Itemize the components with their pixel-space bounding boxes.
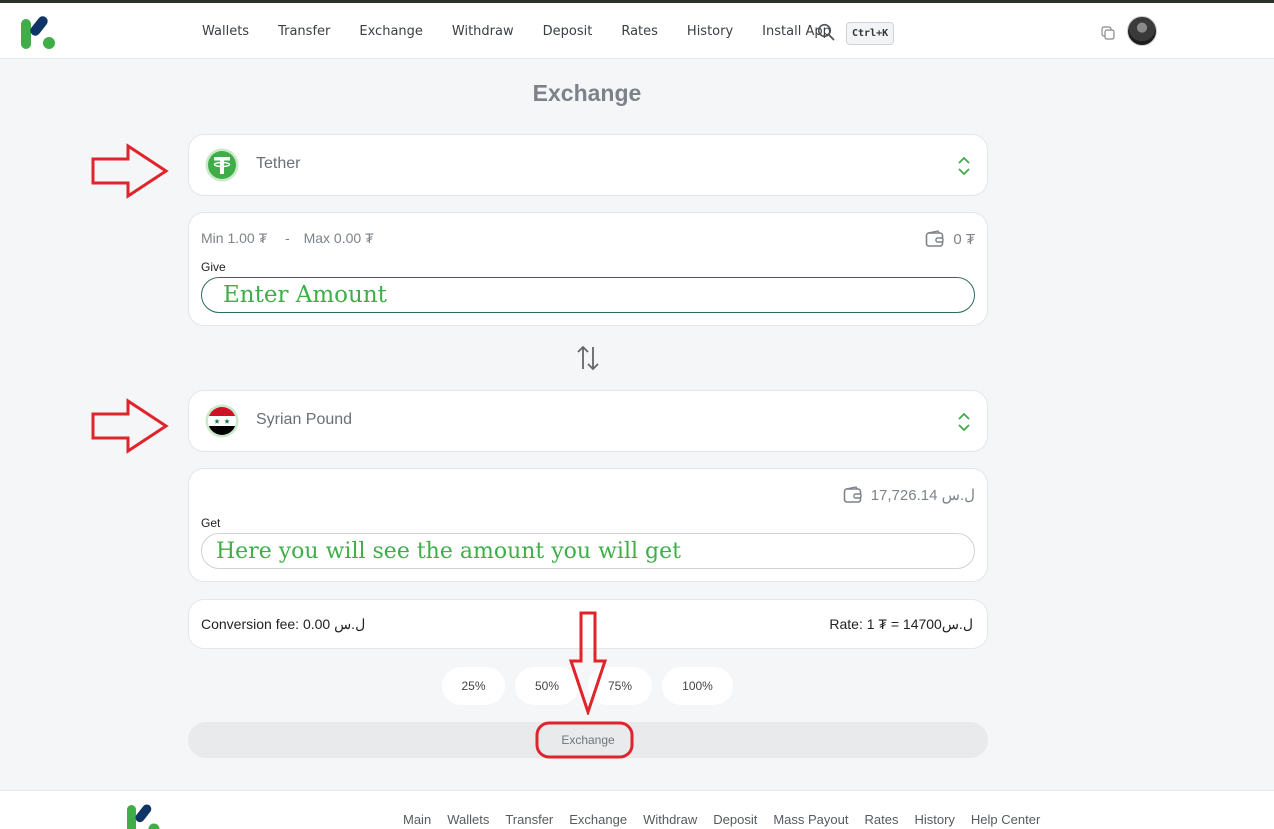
nav-deposit[interactable]: Deposit — [543, 24, 593, 39]
give-amount-input[interactable] — [201, 277, 975, 313]
user-avatar[interactable] — [1127, 16, 1157, 46]
footer-brand-logo[interactable] — [126, 803, 162, 829]
percent-25-button[interactable]: 25% — [442, 667, 505, 705]
page-footer: Main Wallets Transfer Exchange Withdraw … — [0, 790, 1274, 829]
conversion-fee: Conversion fee: 0.00 ل.س — [201, 616, 366, 632]
footer-link-rates[interactable]: Rates — [865, 812, 899, 827]
nav-withdraw[interactable]: Withdraw — [452, 24, 514, 39]
exchange-rate: Rate: 1 ₮ = 14700ل.س — [829, 616, 973, 632]
tether-icon — [205, 148, 239, 182]
search-icon[interactable] — [817, 23, 835, 41]
min-max-limits: Min 1.00 ₮ - Max 0.00 ₮ — [201, 230, 378, 246]
give-label: Give — [201, 260, 226, 274]
wallet-icon — [926, 230, 945, 247]
annotation-arrow-right-icon — [91, 143, 169, 199]
footer-nav: Main Wallets Transfer Exchange Withdraw … — [403, 812, 1056, 827]
search-shortcut-badge[interactable]: Ctrl+K — [846, 22, 895, 45]
footer-link-wallets[interactable]: Wallets — [447, 812, 489, 827]
get-label: Get — [201, 516, 221, 530]
chevron-updown-icon — [958, 156, 970, 176]
min-limit: Min 1.00 ₮ — [201, 230, 268, 246]
give-amount-card: Min 1.00 ₮ - Max 0.00 ₮ 0 ₮ Give — [188, 212, 988, 326]
swap-arrows-icon[interactable] — [576, 344, 600, 372]
page-title: Exchange — [532, 80, 642, 106]
footer-link-history[interactable]: History — [914, 812, 954, 827]
syria-flag-icon — [205, 404, 239, 438]
chevron-updown-icon — [958, 412, 970, 432]
copy-icon[interactable] — [1101, 26, 1115, 40]
get-amount-card: 17,726.14 ل.س Get — [188, 468, 988, 582]
footer-link-main[interactable]: Main — [403, 812, 431, 827]
from-currency-selector[interactable]: Tether — [188, 134, 988, 196]
nav-wallets[interactable]: Wallets — [202, 24, 249, 39]
wallet-icon — [843, 486, 862, 503]
nav-exchange[interactable]: Exchange — [359, 24, 423, 39]
get-amount-input[interactable] — [201, 533, 975, 569]
percent-50-button[interactable]: 50% — [515, 667, 579, 705]
to-balance: 17,726.14 ل.س — [843, 486, 975, 504]
to-currency-selector[interactable]: Syrian Pound — [188, 390, 988, 452]
footer-link-deposit[interactable]: Deposit — [713, 812, 757, 827]
from-balance-value: 0 ₮ — [953, 230, 975, 248]
from-balance: 0 ₮ — [925, 230, 975, 248]
nav-history[interactable]: History — [687, 24, 733, 39]
footer-link-mass-payout[interactable]: Mass Payout — [773, 812, 848, 827]
footer-link-help-center[interactable]: Help Center — [971, 812, 1040, 827]
to-balance-value: 17,726.14 ل.س — [870, 487, 975, 504]
to-currency-name: Syrian Pound — [256, 411, 353, 428]
percent-100-button[interactable]: 100% — [662, 667, 733, 705]
top-header: Wallets Transfer Exchange Withdraw Depos… — [0, 3, 1274, 59]
main-nav: Wallets Transfer Exchange Withdraw Depos… — [202, 3, 860, 59]
percent-75-button[interactable]: 75% — [588, 667, 652, 705]
max-limit: Max 0.00 ₮ — [303, 230, 374, 246]
footer-link-exchange[interactable]: Exchange — [569, 812, 627, 827]
nav-rates[interactable]: Rates — [621, 24, 658, 39]
limit-separator: - — [285, 230, 290, 246]
footer-link-transfer[interactable]: Transfer — [505, 812, 553, 827]
nav-transfer[interactable]: Transfer — [278, 24, 330, 39]
brand-logo[interactable] — [20, 13, 58, 51]
fee-rate-card: Conversion fee: 0.00 ل.س Rate: 1 ₮ = 147… — [188, 599, 988, 649]
annotation-arrow-right-icon — [91, 398, 169, 454]
from-currency-name: Tether — [256, 155, 301, 172]
exchange-submit-button[interactable]: Exchange — [188, 722, 988, 758]
footer-link-withdraw[interactable]: Withdraw — [643, 812, 697, 827]
